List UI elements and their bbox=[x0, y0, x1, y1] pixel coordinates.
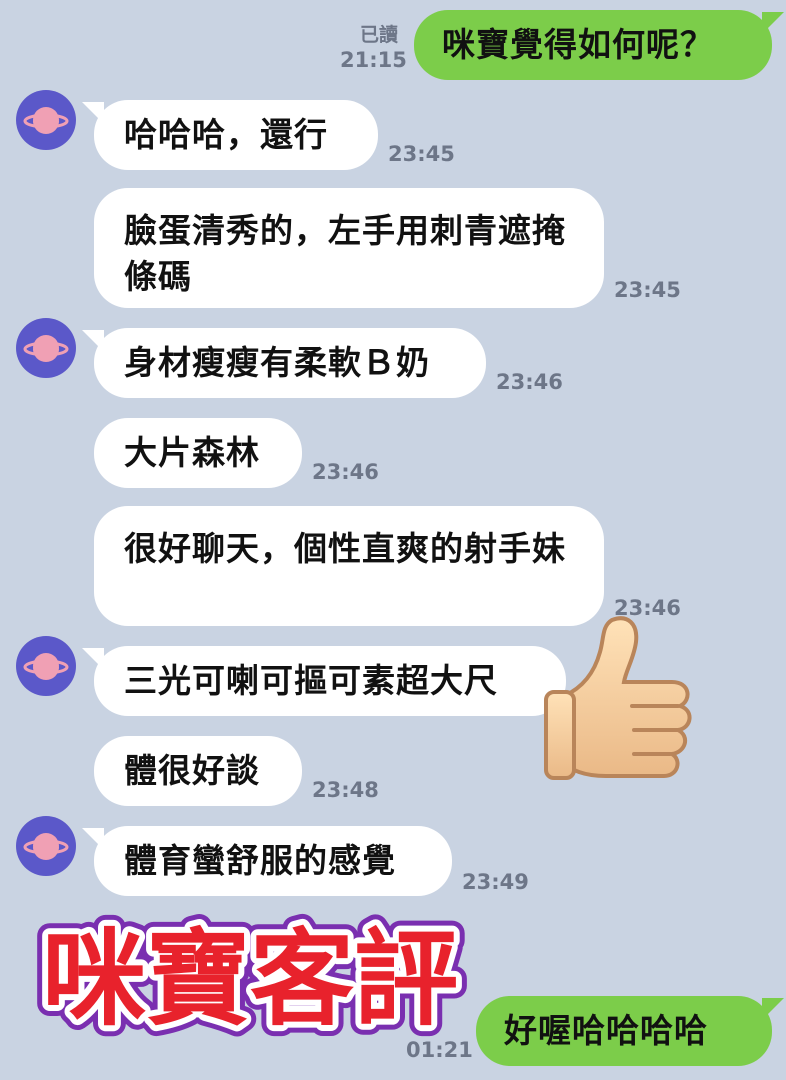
incoming-message[interactable]: 三光可喇可摳可素超大尺 bbox=[94, 646, 566, 716]
message-text: 哈哈哈，還行 bbox=[124, 115, 328, 154]
message-text: 三光可喇可摳可素超大尺 bbox=[124, 661, 498, 700]
incoming-message[interactable]: 臉蛋清秀的，左手用刺青遮掩條碼 bbox=[94, 188, 604, 308]
avatar[interactable] bbox=[16, 90, 76, 150]
watermark-logo: 咪寶客評 咪寶客評 咪寶客評 bbox=[34, 907, 469, 1041]
incoming-message[interactable]: 身材瘦瘦有柔軟Ｂ奶 bbox=[94, 328, 486, 398]
outgoing-message[interactable]: 好喔哈哈哈哈 bbox=[476, 996, 772, 1066]
message-text: 大片森林 bbox=[124, 433, 260, 472]
outgoing-message[interactable]: 咪寶覺得如何呢？ bbox=[414, 10, 772, 80]
avatar[interactable] bbox=[16, 318, 76, 378]
planet-icon bbox=[23, 833, 69, 860]
avatar[interactable] bbox=[16, 636, 76, 696]
message-text: 好喔哈哈哈哈 bbox=[504, 1011, 708, 1050]
avatar[interactable] bbox=[16, 816, 76, 876]
message-time: 23:48 bbox=[312, 778, 379, 802]
message-time: 01:21 bbox=[406, 1038, 473, 1062]
thumbs-up-icon bbox=[544, 616, 692, 780]
message-time: 21:15 bbox=[340, 48, 407, 72]
incoming-message[interactable]: 體育蠻舒服的感覺 bbox=[94, 826, 452, 896]
incoming-message[interactable]: 很好聊天，個性直爽的射手妹 bbox=[94, 506, 604, 626]
incoming-message[interactable]: 體很好談 bbox=[94, 736, 302, 806]
message-text: 身材瘦瘦有柔軟Ｂ奶 bbox=[124, 343, 430, 382]
message-time: 23:49 bbox=[462, 870, 529, 894]
read-receipt: 已讀 bbox=[360, 24, 399, 46]
message-text: 臉蛋清秀的，左手用刺青遮掩條碼 bbox=[124, 211, 566, 296]
message-text: 咪寶覺得如何呢？ bbox=[442, 25, 714, 64]
planet-icon bbox=[23, 653, 69, 680]
message-text: 體很好談 bbox=[124, 751, 260, 790]
planet-icon bbox=[23, 335, 69, 362]
message-time: 23:45 bbox=[388, 142, 455, 166]
planet-icon bbox=[23, 107, 69, 134]
message-time: 23:46 bbox=[496, 370, 563, 394]
message-text: 很好聊天，個性直爽的射手妹 bbox=[124, 529, 566, 568]
message-text: 體育蠻舒服的感覺 bbox=[124, 841, 396, 880]
message-time: 23:45 bbox=[614, 278, 681, 302]
message-time: 23:46 bbox=[312, 460, 379, 484]
watermark-text: 咪寶客評 bbox=[42, 918, 458, 1040]
incoming-message[interactable]: 哈哈哈，還行 bbox=[94, 100, 378, 170]
incoming-message[interactable]: 大片森林 bbox=[94, 418, 302, 488]
